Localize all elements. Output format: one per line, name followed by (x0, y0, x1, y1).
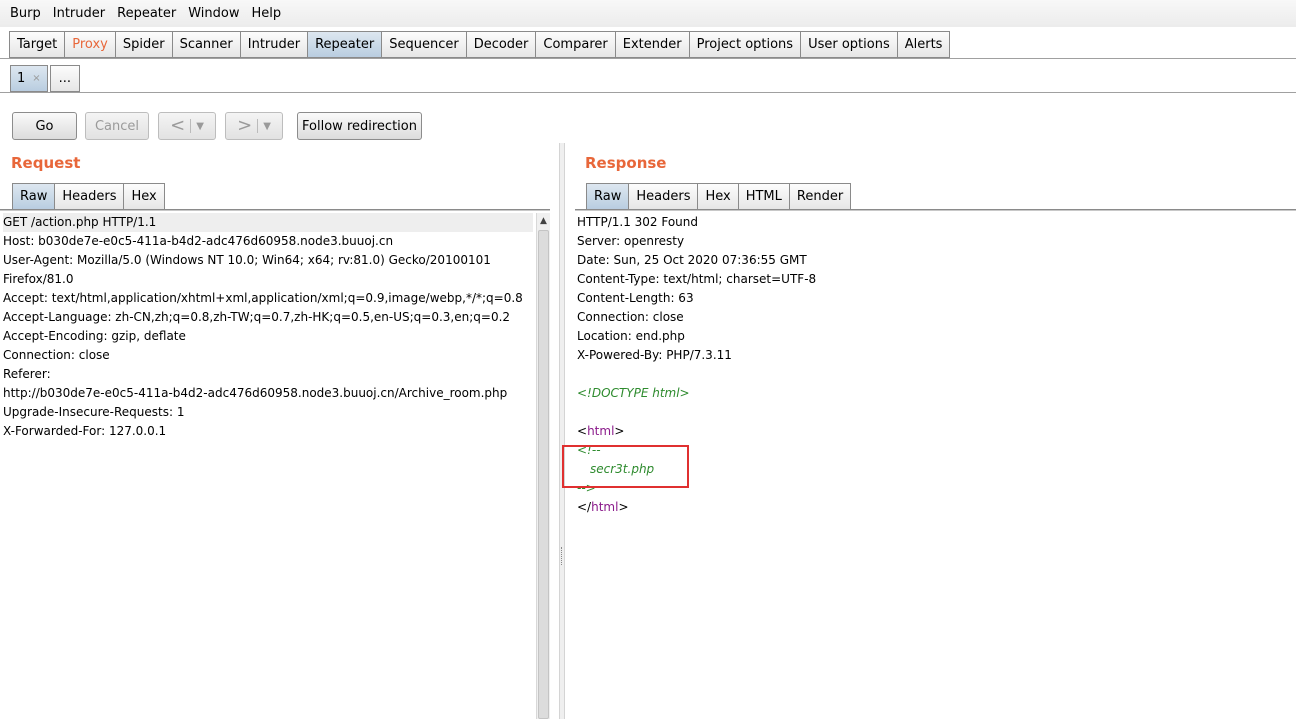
request-line: GET /action.php HTTP/1.1 (3, 213, 533, 232)
forward-arrow-icon: > (237, 115, 253, 136)
tag-bracket: > (614, 424, 625, 438)
menu-help[interactable]: Help (246, 0, 288, 27)
request-line: http://b030de7e-e0c5-411a-b4d2-adc476d60… (3, 386, 508, 400)
request-line: X-Forwarded-For: 127.0.0.1 (3, 424, 167, 438)
drag-handle-icon[interactable] (561, 547, 563, 565)
repeater-tabs-divider (0, 92, 1296, 93)
request-tab-raw[interactable]: Raw (12, 183, 56, 210)
tag-bracket: < (577, 424, 588, 438)
request-tabs-divider (0, 209, 550, 211)
html-open-line: <html> (577, 422, 1292, 441)
tag-bracket: > (618, 500, 629, 514)
chevron-down-icon[interactable]: ▼ (196, 121, 204, 132)
response-line: Content-Type: text/html; charset=UTF-8 (577, 272, 817, 286)
request-line: Accept: text/html,application/xhtml+xml,… (3, 291, 523, 305)
response-tabs: Raw Headers Hex HTML Render (586, 183, 852, 210)
response-tab-html[interactable]: HTML (738, 183, 790, 210)
back-arrow-icon: < (170, 115, 186, 136)
response-line: Content-Length: 63 (577, 291, 694, 305)
request-line: Upgrade-Insecure-Requests: 1 (3, 405, 185, 419)
scrollbar-thumb[interactable] (538, 230, 549, 719)
doctype-line: <!DOCTYPE html> (577, 386, 690, 400)
response-line: Date: Sun, 25 Oct 2020 07:36:55 GMT (577, 253, 807, 267)
response-title: Response (585, 154, 667, 172)
follow-redirection-button[interactable]: Follow redirection (297, 112, 422, 140)
request-tab-headers[interactable]: Headers (55, 183, 125, 210)
scroll-up-icon[interactable]: ▲ (537, 213, 550, 229)
request-scrollbar[interactable]: ▲ (536, 213, 550, 719)
go-button[interactable]: Go (12, 112, 77, 140)
html-close-line: </html> (577, 498, 1292, 517)
request-line: Accept-Encoding: gzip, deflate (3, 329, 186, 343)
repeater-tab-1[interactable]: 1 × (10, 65, 48, 92)
menu-burp[interactable]: Burp (4, 0, 47, 27)
menu-intruder[interactable]: Intruder (47, 0, 111, 27)
tab-comparer[interactable]: Comparer (536, 31, 616, 58)
tab-decoder[interactable]: Decoder (466, 31, 537, 58)
response-line: Server: openresty (577, 234, 685, 248)
request-tabs: Raw Headers Hex (12, 183, 165, 210)
tab-proxy[interactable]: Proxy (65, 31, 116, 58)
tag-name: html (591, 500, 619, 514)
main-tabs-divider (0, 58, 1296, 59)
request-line: Referer: (3, 367, 51, 381)
repeater-tabs: 1 × ... (10, 65, 81, 92)
response-tabs-divider (575, 209, 1296, 211)
response-line: Location: end.php (577, 329, 685, 343)
response-tab-hex[interactable]: Hex (698, 183, 739, 210)
request-line: Host: b030de7e-e0c5-411a-b4d2-adc476d609… (3, 234, 394, 248)
response-tab-raw[interactable]: Raw (586, 183, 630, 210)
response-tab-render[interactable]: Render (789, 183, 852, 210)
tab-target[interactable]: Target (9, 31, 66, 58)
main-tabs: Target Proxy Spider Scanner Intruder Rep… (9, 31, 951, 59)
tab-alerts[interactable]: Alerts (897, 31, 951, 58)
tab-repeater[interactable]: Repeater (308, 31, 383, 58)
request-editor[interactable]: GET /action.php HTTP/1.1 Host: b030de7e-… (3, 213, 533, 719)
request-tab-hex[interactable]: Hex (124, 183, 165, 210)
response-line: Connection: close (577, 310, 684, 324)
tab-sequencer[interactable]: Sequencer (382, 31, 467, 58)
request-line: Connection: close (3, 348, 110, 362)
cancel-button[interactable]: Cancel (85, 112, 149, 140)
request-line: User-Agent: Mozilla/5.0 (Windows NT 10.0… (3, 253, 491, 267)
tab-project-options[interactable]: Project options (689, 31, 802, 58)
menu-repeater[interactable]: Repeater (111, 0, 182, 27)
response-tab-headers[interactable]: Headers (629, 183, 699, 210)
tab-extender[interactable]: Extender (615, 31, 690, 58)
separator (257, 119, 259, 133)
highlight-box (562, 445, 689, 488)
response-line: HTTP/1.1 302 Found (577, 215, 699, 229)
menu-window[interactable]: Window (182, 0, 245, 27)
separator (190, 119, 192, 133)
tab-spider[interactable]: Spider (115, 31, 173, 58)
tab-intruder[interactable]: Intruder (240, 31, 309, 58)
tag-bracket: </ (577, 500, 592, 514)
tab-user-options[interactable]: User options (801, 31, 898, 58)
menu-bar: Burp Intruder Repeater Window Help (0, 0, 1296, 27)
close-icon[interactable]: × (32, 66, 40, 91)
request-title: Request (11, 154, 81, 172)
forward-button[interactable]: > ▼ (225, 112, 283, 140)
back-button[interactable]: < ▼ (158, 112, 216, 140)
request-line: Accept-Language: zh-CN,zh;q=0.8,zh-TW;q=… (3, 310, 511, 324)
tab-scanner[interactable]: Scanner (172, 31, 241, 58)
chevron-down-icon[interactable]: ▼ (263, 121, 271, 132)
repeater-tab-label: 1 (17, 71, 26, 86)
split-pane-divider[interactable] (559, 143, 565, 719)
repeater-new-tab[interactable]: ... (49, 65, 81, 92)
request-line: Firefox/81.0 (3, 272, 74, 286)
tag-name: html (587, 424, 615, 438)
response-line: X-Powered-By: PHP/7.3.11 (577, 348, 732, 362)
